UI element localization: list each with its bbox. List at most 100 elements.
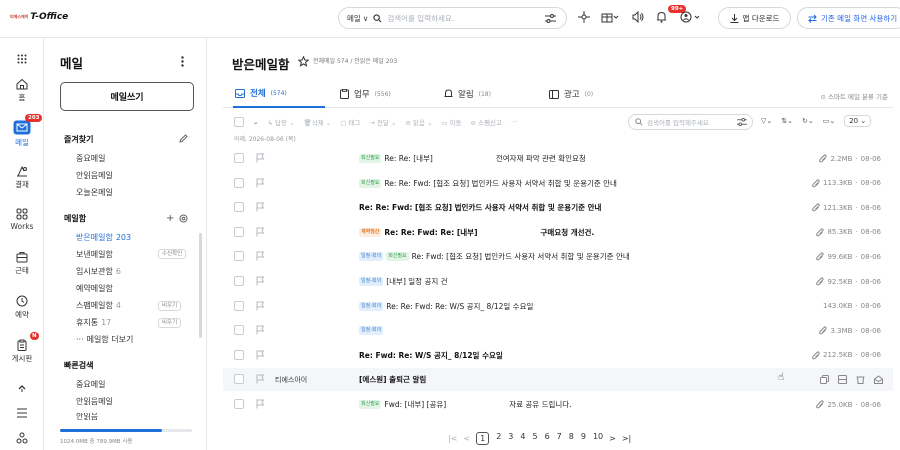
- report-spam-button[interactable]: ⊘ 스팸신고: [471, 117, 502, 127]
- tab-all[interactable]: 전체 (574): [233, 80, 325, 108]
- settings-gear-icon[interactable]: [179, 214, 188, 223]
- app-download-button[interactable]: 앱 다운로드: [718, 7, 791, 29]
- page-number[interactable]: 8: [569, 432, 574, 445]
- mailbox-inbox[interactable]: 받은메일함 203: [76, 232, 131, 243]
- rail-item-attendance[interactable]: 근태: [0, 251, 44, 276]
- mail-subject[interactable]: Re: Fwd: Re: W/S 공지_ 8/12일 수요일: [359, 350, 503, 361]
- mail-subject[interactable]: 일정-회의 Re: Re: Fwd: Re: W/S 공지_ 8/12일 수요일: [359, 301, 533, 312]
- quick-unread[interactable]: 안읽음메일: [76, 396, 113, 407]
- tab-work[interactable]: 업무 (556): [340, 80, 391, 108]
- mailbox-spam[interactable]: 스팸메일함 4: [76, 300, 121, 311]
- mail-row[interactable]: 일정-회의 회신필요 Re: Fwd: [협조 요청] 법인카드 사용자 서약서 취…: [223, 245, 893, 268]
- page-number[interactable]: 5: [532, 432, 537, 445]
- mail-row[interactable]: 회신필요 Re: Re: Fwd: [협조 요청] 법인카드 사용자 서약서 취합…: [223, 172, 893, 195]
- forward-button[interactable]: → 전달 ⌄: [369, 117, 396, 127]
- flag-icon[interactable]: [256, 202, 265, 212]
- rail-item-reservation[interactable]: 예약: [0, 295, 44, 320]
- mail-subject[interactable]: 일정-회의 [내부] 일정 공지 건: [359, 276, 448, 287]
- more-actions-button[interactable]: ···: [511, 118, 517, 126]
- envelope-open-icon[interactable]: [874, 375, 883, 385]
- page-number[interactable]: 6: [545, 432, 550, 445]
- mail-checkbox[interactable]: [234, 153, 244, 163]
- tab-ads[interactable]: 광고 (0): [549, 80, 593, 108]
- mailnav-scrollbar[interactable]: [199, 233, 202, 338]
- flag-icon[interactable]: [256, 153, 265, 163]
- menu-icon[interactable]: [16, 408, 28, 418]
- page-number[interactable]: 10: [593, 432, 603, 445]
- mail-row[interactable]: 일정-회의 [내부] 일정 공지 건 92.5KB · 08-06: [223, 270, 893, 293]
- favorite-today[interactable]: 오늘온메일: [76, 187, 113, 198]
- search-scope-dropdown[interactable]: 메일 ∨: [347, 13, 368, 24]
- mail-row[interactable]: 계약정산 Re: Re: Fwd: Re: [내부] 구매요청 개선건. 85.3KB…: [223, 221, 893, 244]
- prev-page-button[interactable]: <: [463, 434, 470, 443]
- mailbox-drafts[interactable]: 임시보관함 6: [76, 266, 121, 277]
- mail-subject[interactable]: 계약정산 Re: Re: Fwd: Re: [내부] 구매요청 개선건.: [359, 227, 594, 238]
- star-icon[interactable]: [298, 56, 309, 67]
- first-page-button[interactable]: |<: [448, 434, 457, 443]
- mail-checkbox[interactable]: [234, 349, 244, 360]
- mailbox-trash[interactable]: 휴지통 17: [76, 317, 111, 328]
- mail-row[interactable]: 일정-회의 Re: Re: Fwd: Re: W/S 공지_ 8/12일 수요일 1…: [223, 295, 893, 318]
- quick-important[interactable]: 중요메일: [76, 379, 105, 390]
- copy-icon[interactable]: [820, 375, 829, 385]
- pin-icon[interactable]: [16, 383, 28, 393]
- page-size-select[interactable]: 20 ⌄: [844, 115, 872, 127]
- read-receipt-chip[interactable]: 수신확인: [158, 249, 187, 259]
- mail-subject[interactable]: 일정-회의 회신필요 Re: Fwd: [협조 요청] 법인카드 사용자 서약서 취…: [359, 251, 630, 262]
- mail-checkbox[interactable]: [234, 325, 244, 336]
- delete-button[interactable]: 🗑︎삭제 ⌄: [303, 117, 331, 127]
- smart-sort-link[interactable]: ⊙ 스마트 메일 분류 기준: [820, 91, 888, 101]
- page-number[interactable]: 1: [476, 432, 490, 445]
- company-logo[interactable]: 티에스에이 T-Office: [10, 12, 68, 22]
- page-number[interactable]: 9: [581, 432, 586, 445]
- mail-subject[interactable]: 회신필요 Fwd: [내부] [공유] 자료 공유 드립니다.: [359, 399, 572, 410]
- add-mailbox-icon[interactable]: +: [166, 213, 174, 224]
- edit-pencil-icon[interactable]: [179, 134, 188, 143]
- view-mode-icon[interactable]: ▭⌄: [823, 117, 835, 125]
- mail-row[interactable]: 회신필요 Re: Re: [내부] 전여자재 파악 관련 확인요청 2.2MB · 08-…: [223, 147, 893, 170]
- mail-subject[interactable]: [에스원] 출퇴근 알림: [359, 374, 426, 385]
- mail-subject[interactable]: 일정-회의: [359, 326, 386, 336]
- mail-checkbox[interactable]: [234, 177, 244, 188]
- mail-checkbox[interactable]: [234, 202, 244, 213]
- global-search[interactable]: 메일 ∨ 검색어를 입력하세요.: [338, 7, 567, 29]
- read-button[interactable]: ⊖ 읽음 ⌄: [405, 117, 432, 127]
- archive-icon[interactable]: [838, 375, 847, 385]
- mailbox-sent[interactable]: 보낸메일함: [76, 249, 113, 260]
- rail-item-approval[interactable]: 결재: [0, 165, 44, 190]
- mail-row[interactable]: Re: Fwd: Re: W/S 공지_ 8/12일 수요일 212.5KB · 08…: [223, 344, 893, 367]
- mailbox-scheduled[interactable]: 예약메일함: [76, 283, 113, 294]
- app-grid-icon[interactable]: [17, 54, 27, 64]
- refresh-icon[interactable]: ↻⌄: [802, 117, 814, 125]
- flag-icon[interactable]: [256, 178, 265, 188]
- page-number[interactable]: 3: [508, 432, 513, 445]
- bell-icon[interactable]: [656, 11, 667, 23]
- filter-sliders-icon[interactable]: [737, 118, 747, 126]
- select-dropdown-icon[interactable]: ⌄: [253, 118, 258, 126]
- trash-icon[interactable]: [856, 375, 865, 385]
- compose-button[interactable]: 메일쓰기: [60, 82, 194, 111]
- empty-spam-chip[interactable]: 비우기: [158, 301, 182, 311]
- org-chart-icon[interactable]: [578, 11, 590, 23]
- next-page-button[interactable]: >: [609, 434, 616, 443]
- rail-item-works[interactable]: Works: [0, 208, 44, 231]
- sort-icon[interactable]: ⇅⌄: [781, 117, 793, 125]
- empty-trash-chip[interactable]: 비우기: [158, 318, 182, 328]
- more-vertical-icon[interactable]: [181, 56, 184, 67]
- search-input[interactable]: 검색어를 입력하세요.: [387, 13, 540, 24]
- move-button[interactable]: ▭ 이동: [441, 117, 461, 127]
- mail-search-input[interactable]: 검색어를 입력해주세요: [647, 117, 733, 127]
- mail-subject[interactable]: 회신필요 Re: Re: Fwd: [협조 요청] 법인카드 사용자 서약서 취합…: [359, 178, 617, 189]
- select-all-checkbox[interactable]: [234, 117, 244, 127]
- flag-icon[interactable]: [256, 399, 265, 409]
- favorite-important[interactable]: 중요메일: [76, 153, 105, 164]
- mail-row[interactable]: 티에스아이 [에스원] 출퇴근 알림 ☝: [223, 368, 893, 392]
- mail-search[interactable]: 검색어를 입력해주세요: [628, 114, 753, 130]
- flag-icon[interactable]: [256, 374, 265, 384]
- flag-icon[interactable]: [256, 325, 265, 335]
- mailbox-more[interactable]: ··· 메일함 더보기: [76, 334, 133, 345]
- flag-icon[interactable]: [256, 251, 265, 261]
- favorite-unread[interactable]: 안읽음메일: [76, 170, 113, 181]
- page-number[interactable]: 2: [496, 432, 501, 445]
- old-mail-screen-button[interactable]: 기존 메일 화면 사용하기: [797, 7, 900, 29]
